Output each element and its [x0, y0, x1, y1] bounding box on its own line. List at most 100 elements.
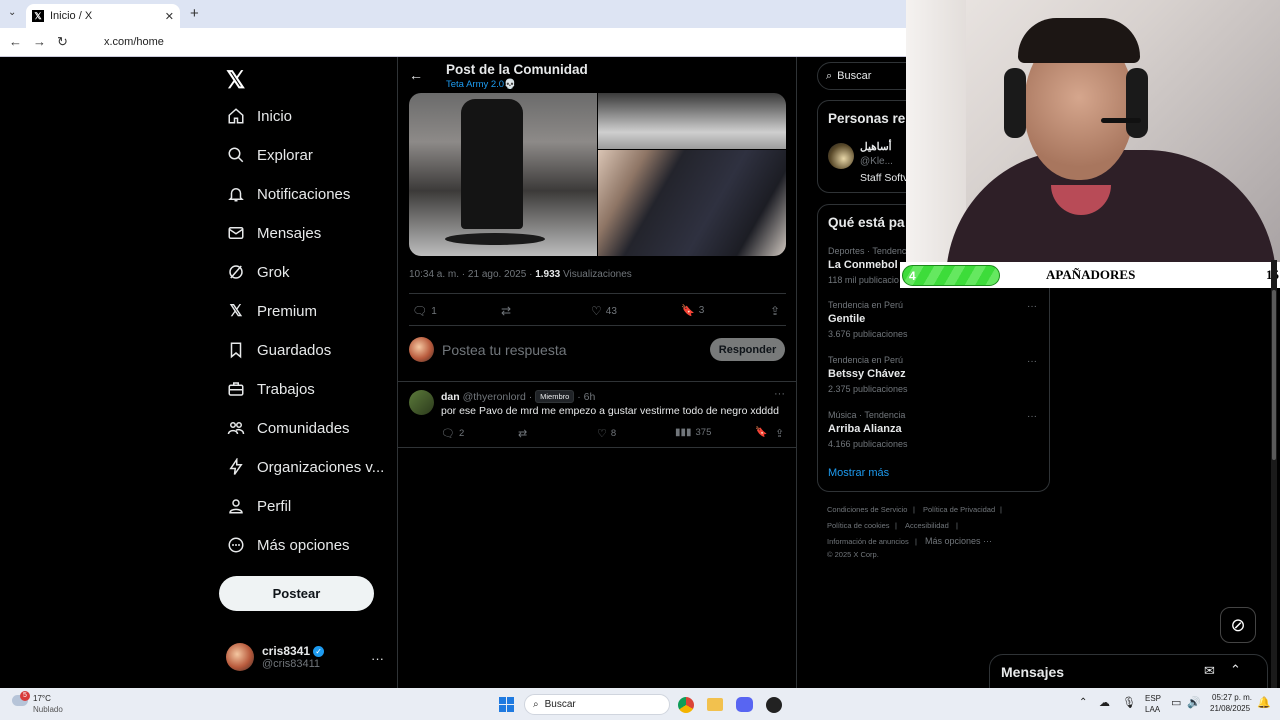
reply-author-name[interactable]: dan [441, 391, 460, 403]
trend-more-icon[interactable]: ··· [1027, 356, 1037, 367]
post-media-grid[interactable] [409, 93, 786, 256]
tab-list-chevron-icon[interactable]: ⌄ [8, 7, 16, 18]
chrome-icon[interactable] [678, 697, 694, 713]
url-field[interactable]: x.com/home [84, 32, 984, 53]
forward-icon[interactable]: → [33, 34, 46, 49]
bookmark-action[interactable]: 🔖 3 [681, 304, 704, 317]
trend-more-icon[interactable]: ··· [1027, 301, 1037, 312]
trend-more-icon[interactable]: ··· [1027, 411, 1037, 422]
page-scrollbar[interactable] [1271, 260, 1277, 690]
back-icon[interactable]: ← [9, 34, 22, 49]
share-action[interactable]: ⇪ [770, 304, 780, 318]
language-code[interactable]: ESP [1145, 694, 1161, 703]
reply-input[interactable]: Postea tu respuesta [442, 342, 567, 358]
footer-terms-link[interactable]: Condiciones de Servicio [827, 505, 907, 514]
file-explorer-icon[interactable] [707, 698, 723, 711]
windows-start-icon[interactable] [499, 697, 515, 713]
weather-desc[interactable]: Nublado [33, 705, 63, 714]
grok-floating-button[interactable]: ⊘ [1220, 607, 1256, 643]
expand-up-icon[interactable]: ⌃ [1230, 662, 1241, 678]
clock-time[interactable]: 05:27 p. m. [1212, 693, 1252, 702]
nav-item-grok[interactable]: Grok [226, 262, 290, 282]
nav-item-explorar[interactable]: Explorar [226, 145, 313, 165]
post-image-3[interactable] [598, 150, 786, 256]
repost-action[interactable]: ⇄ [501, 304, 511, 318]
hair [1018, 18, 1140, 63]
reply-count: 1 [431, 305, 437, 317]
reply-tweet[interactable]: dan @thyeronlord · Miembro · 6h ··· por … [398, 382, 796, 447]
post-image-2[interactable] [598, 93, 786, 149]
trend-item[interactable]: Tendencia en Perú Betssy Chávez 2.375 pu… [828, 355, 908, 394]
nav-item-mas-opciones[interactable]: Más opciones [226, 535, 350, 555]
person-name[interactable]: أساهيل [860, 141, 892, 153]
community-name[interactable]: Teta Army 2.0💀 [446, 79, 516, 90]
trend-item[interactable]: Tendencia en Perú Gentile 3.676 publicac… [828, 300, 908, 339]
nav-item-guardados[interactable]: Guardados [226, 340, 331, 360]
footer-divider: | [956, 521, 958, 530]
post-detail-column: ← Post de la Comunidad Teta Army 2.0💀 10… [397, 57, 797, 690]
reply-author-handle[interactable]: @thyeronlord [463, 391, 526, 403]
language-layout[interactable]: LAA [1145, 705, 1160, 714]
nav-item-organizaciones[interactable]: Organizaciones v... [226, 457, 384, 477]
footer-cookies-link[interactable]: Política de cookies [827, 521, 890, 530]
reply-action[interactable]: 🗨 1 [412, 304, 437, 318]
steam-icon[interactable] [766, 697, 782, 713]
footer-ads-link[interactable]: Información de anuncios [827, 537, 909, 546]
new-tab-icon[interactable]: + [190, 5, 199, 22]
nav-item-inicio[interactable]: Inicio [226, 106, 292, 126]
reply-time: · 6h [577, 390, 596, 403]
trend-count: 2.375 publicaciones [828, 384, 908, 394]
notification-bell-icon[interactable]: 🔔 [1257, 696, 1271, 709]
responder-button[interactable]: Responder [710, 338, 785, 361]
network-icon[interactable]: ▭ [1171, 696, 1181, 709]
show-more-link[interactable]: Mostrar más [828, 467, 889, 479]
new-message-icon[interactable]: ✉ [1204, 663, 1215, 679]
trend-name: La Conmebol [828, 259, 898, 271]
nav-label: Grok [257, 263, 290, 281]
onedrive-icon[interactable]: ☁ [1099, 696, 1110, 709]
person-handle[interactable]: @Kle... [860, 156, 893, 167]
repost-icon[interactable]: ⇄ [518, 427, 527, 440]
back-arrow-icon[interactable]: ← [409, 67, 423, 83]
trend-item[interactable]: Deportes · Tendenc La Conmebol 118 mil p… [828, 246, 906, 285]
weather-temp[interactable]: 17°C [33, 694, 51, 703]
footer-more-link[interactable]: Más opciones ··· [925, 536, 992, 546]
close-tab-icon[interactable]: ✕ [165, 10, 174, 23]
taskbar-search[interactable]: ⌕ Buscar [524, 694, 670, 715]
browser-tab[interactable]: 𝕏 Inicio / X ✕ [26, 4, 180, 28]
trend-meta: Música · Tendencia [828, 410, 906, 420]
more-circle-icon [226, 535, 246, 555]
nav-item-trabajos[interactable]: Trabajos [226, 379, 315, 399]
show-hidden-icons-icon[interactable]: ⌃ [1079, 697, 1087, 708]
x-logo-icon[interactable]: 𝕏 [226, 66, 245, 95]
like-action[interactable]: ♡ 43 [591, 304, 617, 318]
post-button[interactable]: Postear [219, 576, 374, 611]
bookmark-icon[interactable]: 🔖 [755, 427, 767, 438]
nav-item-premium[interactable]: 𝕏 Premium [226, 301, 317, 321]
reply-like-action[interactable]: ♡ 8 [597, 427, 616, 440]
clock-date[interactable]: 21/08/2025 [1210, 704, 1250, 713]
footer-accessibility-link[interactable]: Accesibilidad [905, 521, 949, 530]
share-icon[interactable]: ⇪ [775, 427, 784, 440]
reply-views-action[interactable]: ▮▮▮ 375 [675, 427, 711, 438]
trend-item[interactable]: Música · Tendencia Arriba Alianza 4.166 … [828, 410, 908, 449]
avatar[interactable] [828, 143, 854, 169]
nav-item-perfil[interactable]: Perfil [226, 496, 291, 516]
account-switcher[interactable]: cris8341 ✓ @cris83411 [226, 643, 325, 671]
reload-icon[interactable]: ↻ [57, 34, 68, 50]
trend-count: 4.166 publicaciones [828, 439, 908, 449]
more-icon[interactable]: ··· [774, 388, 785, 400]
reply-reply-action[interactable]: 🗨 2 [441, 427, 464, 440]
footer-privacy-link[interactable]: Política de Privacidad [923, 505, 995, 514]
microphone-icon[interactable]: 🎙 [1122, 696, 1136, 709]
post-image-1[interactable] [409, 93, 597, 256]
account-more-icon[interactable]: ··· [371, 651, 384, 666]
comment-icon: 🗨 [441, 428, 455, 440]
share-icon: ⇪ [770, 304, 781, 318]
messages-drawer[interactable]: Mensajes ✉ ⌃ [989, 654, 1268, 690]
nav-item-notificaciones[interactable]: Notificaciones [226, 184, 350, 204]
discord-icon[interactable] [736, 697, 753, 712]
nav-item-mensajes[interactable]: Mensajes [226, 223, 321, 243]
nav-item-comunidades[interactable]: Comunidades [226, 418, 350, 438]
volume-icon[interactable]: 🔊 [1187, 696, 1201, 709]
